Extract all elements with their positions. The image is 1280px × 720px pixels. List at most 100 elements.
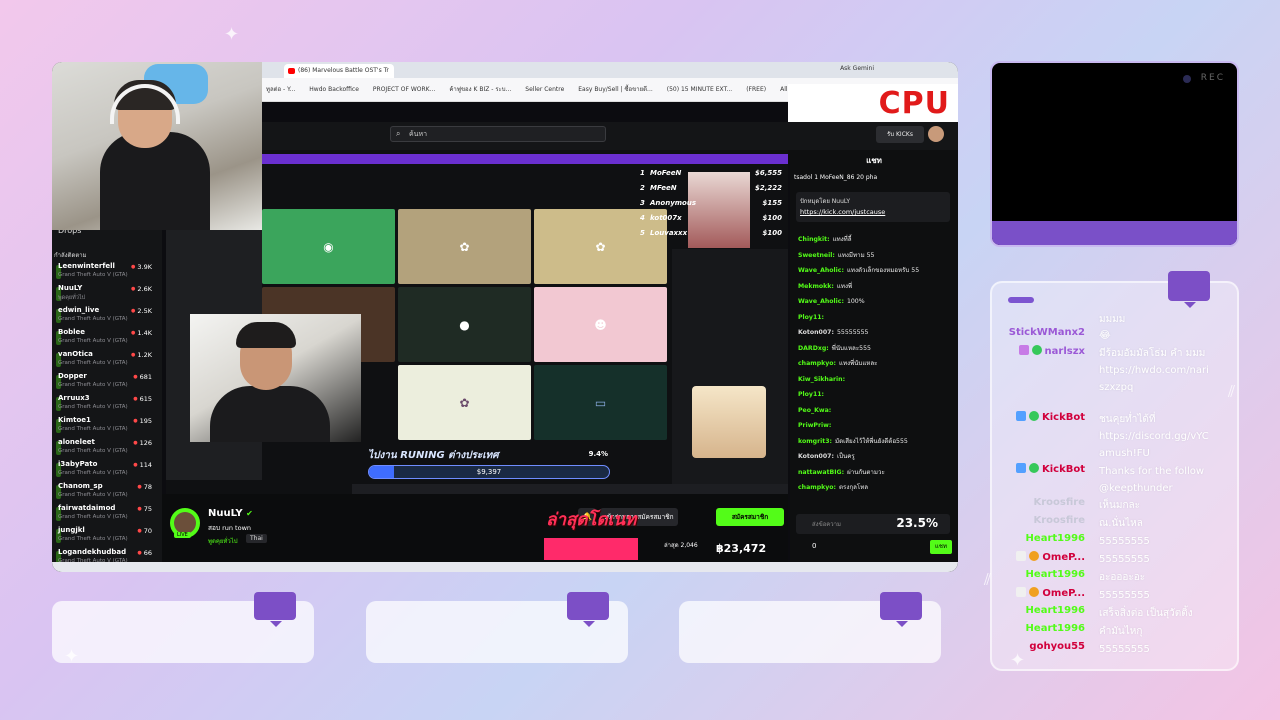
sidebar-channel-item[interactable]: jungjkl Grand Theft Auto V (GTA) 70 xyxy=(56,526,160,548)
avatar[interactable] xyxy=(928,126,944,142)
chat-bubble-icon xyxy=(880,592,922,627)
goal-title: ไปงาน RUNING ต่างประเทศ xyxy=(368,450,499,461)
bookmark-item[interactable]: (FREE) xyxy=(746,78,766,102)
chat-username[interactable]: Ploy11: xyxy=(798,391,824,398)
sidebar-channel-item[interactable]: Leenwinterfell Grand Theft Auto V (GTA)3.… xyxy=(56,262,160,284)
following-label: กำลังติดตาม xyxy=(54,252,87,259)
follow-button[interactable]: สมัครสมาชิก xyxy=(716,508,784,526)
chat-username[interactable]: Wave_Aholic: xyxy=(798,267,844,274)
bookmark-item[interactable]: (50) 15 MINUTE EXT... xyxy=(667,78,732,102)
overlay-username-text: gohyou55 xyxy=(1029,641,1085,652)
search-input[interactable]: ⌕ ค้นหา xyxy=(390,126,606,142)
chat-username[interactable]: PriwPriw: xyxy=(798,422,831,429)
sidebar-channel-item[interactable]: i3abyPato Grand Theft Auto V (GTA) 114 xyxy=(56,460,160,482)
mic-icon xyxy=(1018,345,1029,355)
chat-text: แทงพี่นับแหละ xyxy=(839,360,878,367)
overlay-chat-text: เห็นมกละ xyxy=(1099,500,1140,511)
overlay-chat-username: StickWManx2 xyxy=(1009,327,1085,338)
sidebar-channel-item[interactable]: Kimtoe1 Grand Theft Auto V (GTA) 195 xyxy=(56,416,160,438)
avatar-icon: ✿ xyxy=(595,239,606,254)
sidebar-channel-item[interactable]: Chanom_sp Grand Theft Auto V (GTA) 78 xyxy=(56,482,160,504)
bookmark-item[interactable]: Easy Buy/Sell | ซื้อขายดี... xyxy=(578,78,653,102)
chat-username[interactable]: Ploy11: xyxy=(798,314,824,321)
chat-username[interactable]: nattawatBIG: xyxy=(798,469,844,476)
chat-text: 55555555 xyxy=(836,329,869,336)
kick-chat: แชท tsadol 1 MoFeeN_86 20 pha ปักหมุดโดย… xyxy=(790,150,958,572)
chat-username[interactable]: Mekmokk: xyxy=(798,283,834,290)
streamer-name[interactable]: NuuLY xyxy=(208,508,243,519)
overlay-chat-text: อะอออะอะ xyxy=(1099,572,1146,583)
sidebar-channel-item[interactable]: Arruux3 Grand Theft Auto V (GTA) 615 xyxy=(56,394,160,416)
chat-username[interactable]: champkyo: xyxy=(798,360,836,367)
chat-username[interactable]: Koton007: xyxy=(798,329,834,336)
chat-percent: 23.5% xyxy=(896,516,938,530)
chat-username[interactable]: DARDxg: xyxy=(798,345,829,352)
chat-bubble-icon xyxy=(254,592,296,627)
kick-header xyxy=(262,122,958,150)
goal-value: $9,397 xyxy=(476,468,502,476)
chat-text: 100% xyxy=(846,298,865,305)
chat-username[interactable]: Koton007: xyxy=(798,453,834,460)
viewer-count: 70 xyxy=(137,527,152,535)
overlay-chat-username: Heart1996 xyxy=(1026,533,1085,544)
avatar-icon: ✿ xyxy=(459,239,470,254)
sparkle-icon: ✦ xyxy=(224,24,240,45)
chat-username[interactable]: Wave_Aholic: xyxy=(798,298,844,305)
bookmark-item[interactable]: ทูลต่อ - Y... xyxy=(266,78,295,102)
leaderboard-rank: 3 xyxy=(640,199,645,207)
bookmark-item[interactable]: PROJECT OF WORK... xyxy=(373,78,435,102)
leaderboard-rank: 4 xyxy=(640,214,645,222)
overlay-chat-text: มมมม xyxy=(1099,314,1126,325)
channel-name: Boblee xyxy=(58,328,86,336)
browser-tab[interactable]: (86) Marvelous Battle OST's Tr xyxy=(284,64,394,78)
get-kicks-button[interactable]: รับ KICKs xyxy=(876,126,924,143)
sidebar-channel-item[interactable]: Boblee Grand Theft Auto V (GTA)1.4K xyxy=(56,328,160,350)
bookmark-item[interactable]: Seller Centre xyxy=(525,78,564,102)
channel-name: Logandekhudbad xyxy=(58,548,127,556)
chat-username[interactable]: Sweetneil: xyxy=(798,252,835,259)
sidebar-channel-item[interactable]: NuuLY พูดคุยทั่วไป 2.6K xyxy=(56,284,160,306)
chat-message: Koton007: เป็นครู xyxy=(798,451,958,463)
chat-message: champkyo: แทงพี่นับแหละ xyxy=(798,358,958,370)
ask-gemini-button[interactable]: Ask Gemini xyxy=(840,65,874,72)
chat-username[interactable]: Peo_Kwa: xyxy=(798,407,831,414)
viewer-count: 75 xyxy=(137,505,152,513)
viewer-count: 1.2K xyxy=(131,351,152,359)
overlay-chat-text: ณ.นั่นไหล xyxy=(1099,518,1143,529)
leaderboard-amount: $6,555 xyxy=(754,169,782,177)
leaderboard-name: kot007x xyxy=(650,214,682,222)
leaderboard-rank: 5 xyxy=(640,229,645,237)
chat-username[interactable]: Kiw_Sikharin: xyxy=(798,376,845,383)
panel-pill xyxy=(1008,297,1034,303)
pinned-link[interactable]: https://kick.com/justcause xyxy=(800,208,885,216)
video-tile: ◉ xyxy=(262,209,395,284)
sidebar-channel-item[interactable]: vanOtica Grand Theft Auto V (GTA)1.2K xyxy=(56,350,160,372)
chat-input[interactable]: ส่งข้อความ 23.5% xyxy=(796,514,950,534)
donation-goal: ไปงาน RUNING ต่างประเทศ 9.4% $9,397 xyxy=(358,444,610,488)
sidebar-channel-item[interactable]: fairwatdaimod Grand Theft Auto V (GTA) 75 xyxy=(56,504,160,526)
live-badge: LIVE xyxy=(174,532,191,538)
bookmark-item[interactable]: Hwdo Backoffice xyxy=(309,78,359,102)
overlay-chat-text: ชนคุยท่ำได้ที่ https://discord.gg/vYC am… xyxy=(1099,414,1209,459)
stream-category[interactable]: พูดคุยทั่วไป xyxy=(208,536,238,546)
chat-username[interactable]: Chingkit: xyxy=(798,236,830,243)
language-badge[interactable]: Thai xyxy=(246,534,267,543)
avatar-icon: ▭ xyxy=(594,395,607,410)
sidebar-channel-item[interactable]: aloneleet Grand Theft Auto V (GTA) 126 xyxy=(56,438,160,460)
leaderboard-amount: $2,222 xyxy=(754,184,782,192)
chat-username[interactable]: komgrit3: xyxy=(798,438,832,445)
overlay-chat-text: 55555555 xyxy=(1099,644,1150,655)
sidebar-channel-item[interactable]: Dopper Grand Theft Auto V (GTA) 681 xyxy=(56,372,160,394)
sidebar-channel-item[interactable]: edwin_live Grand Theft Auto V (GTA)2.5K xyxy=(56,306,160,328)
chat-message: Wave_Aholic: แทงตัวเล็กของหมอหรับ 55 xyxy=(798,265,958,277)
chat-username[interactable]: champkyo: xyxy=(798,484,836,491)
overlay-username-text: KickBot xyxy=(1041,412,1085,423)
donation-leaderboard: 1 MoFeeN $6,555 2 MFeeN $2,222 3 Anonymous $155 4… xyxy=(634,169,784,245)
channel-game: Grand Theft Auto V (GTA) xyxy=(58,492,128,498)
search-placeholder: ค้นหา xyxy=(409,130,428,138)
channel-name: aloneleet xyxy=(58,438,95,446)
avatar-icon: ● xyxy=(459,317,470,332)
chat-message: komgrit3: มัดเสียงไว้ให้พี่นยังดีต้อ555 xyxy=(798,436,958,448)
bookmark-item[interactable]: ค้าฟูของ K BIZ - ระบ... xyxy=(449,78,511,102)
second-webcam xyxy=(190,314,361,442)
